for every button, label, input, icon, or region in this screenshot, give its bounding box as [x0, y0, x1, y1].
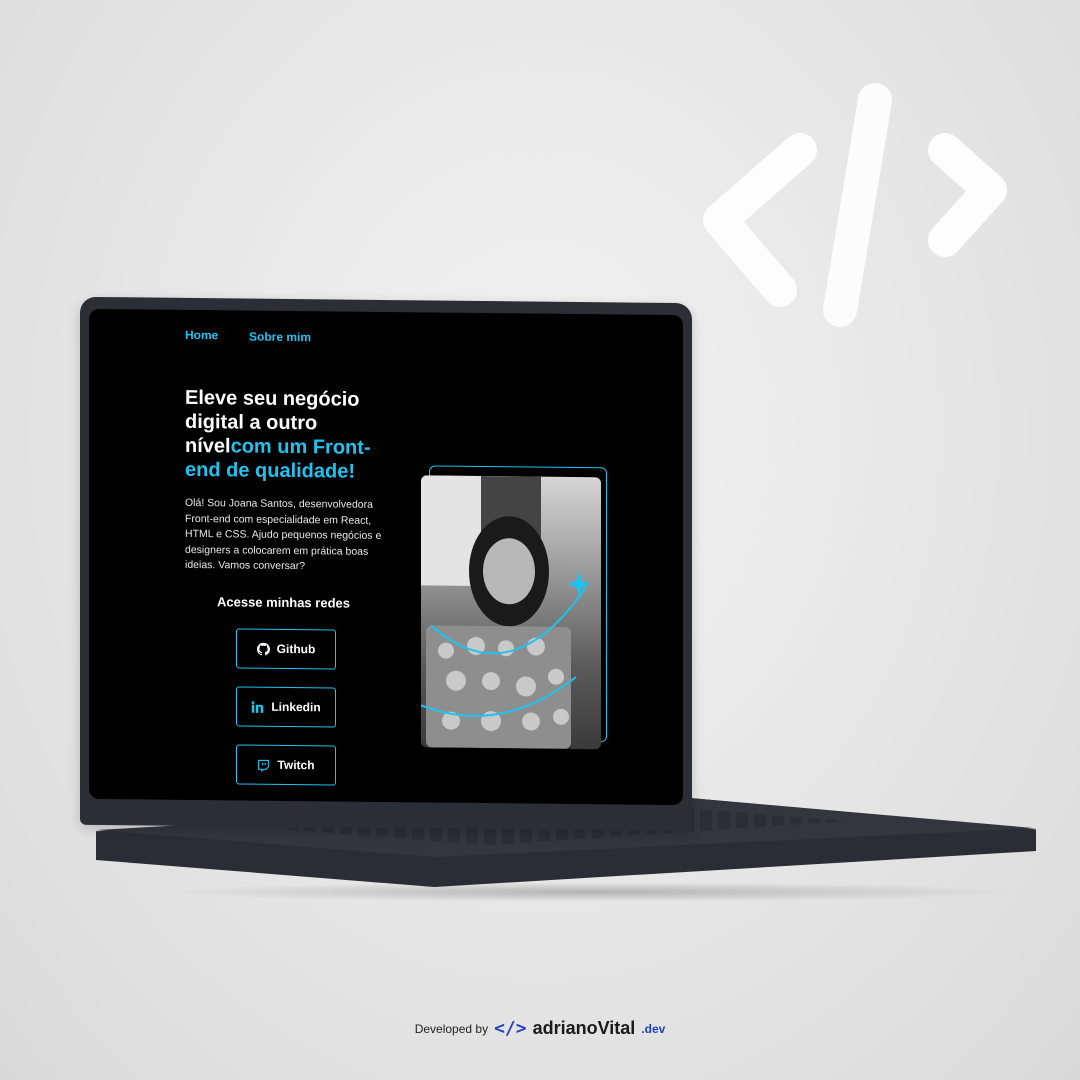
brand-tld: .dev	[641, 1021, 666, 1036]
nav-about-link[interactable]: Sobre mim	[249, 330, 311, 345]
github-label: Github	[276, 641, 316, 657]
github-button[interactable]: Github	[236, 628, 336, 670]
laptop-lid: Home Sobre mim Eleve seu negócio digital…	[80, 296, 692, 832]
twitch-icon	[258, 759, 270, 772]
laptop-shadow	[160, 882, 1020, 902]
linkedin-button[interactable]: Linkedin	[236, 686, 336, 728]
profile-photo	[421, 475, 601, 750]
hero-headline: Eleve seu negócio digital a outro nívelc…	[185, 386, 405, 484]
twitch-label: Twitch	[277, 757, 315, 773]
linkedin-icon	[251, 700, 264, 713]
more-social-button[interactable]	[236, 802, 336, 806]
nav-home-link[interactable]: Home	[185, 328, 218, 342]
profile-photo-illustration	[421, 475, 591, 749]
laptop-screen: Home Sobre mim Eleve seu negócio digital…	[89, 308, 683, 806]
hero-intro: Olá! Sou Joana Santos, desenvolvedora Fr…	[185, 496, 382, 573]
site-nav: Home Sobre mim	[89, 309, 683, 344]
brand-name: adrianoVital	[532, 1018, 636, 1038]
social-title: Acesse minhas redes	[217, 594, 350, 611]
linkedin-label: Linkedin	[271, 699, 321, 715]
code-brackets-icon	[703, 83, 1007, 327]
brand-code-icon: </>	[494, 1018, 527, 1039]
github-icon	[256, 642, 270, 655]
twitch-button[interactable]: Twitch	[236, 744, 336, 786]
credit-prefix: Developed by	[414, 1021, 489, 1036]
credit-footer: Developed by </> adrianoVital .dev	[0, 1018, 1080, 1039]
